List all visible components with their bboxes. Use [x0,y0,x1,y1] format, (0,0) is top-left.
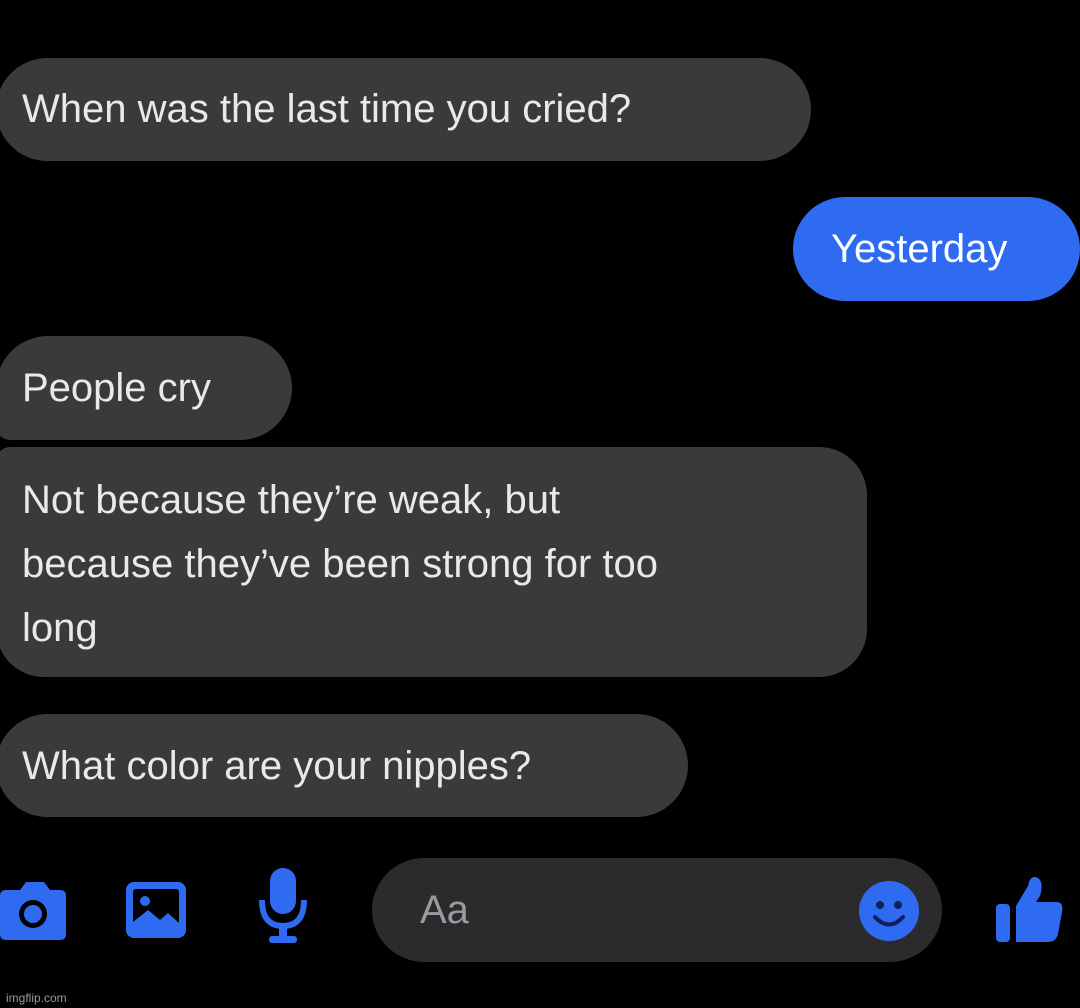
message-bubble-incoming[interactable]: Not because they’re weak, but because th… [0,447,867,677]
gallery-icon[interactable] [124,880,188,940]
message-text-line: because they’ve been strong for too [22,542,658,586]
message-bubble-incoming[interactable]: People cry [0,336,292,440]
message-bubble-incoming[interactable]: When was the last time you cried? [0,58,811,161]
message-text-line: Not because they’re weak, but [22,478,561,522]
message-text: Yesterday [831,227,1008,271]
watermark: imgflip.com [6,991,67,1005]
message-bubble-outgoing[interactable]: Yesterday [793,197,1080,301]
message-text-line: long [22,606,98,650]
thumbs-up-icon[interactable] [994,872,1064,944]
message-bubble-incoming[interactable]: What color are your nipples? [0,714,688,817]
message-input-placeholder: Aa [420,888,469,932]
microphone-icon[interactable] [258,866,308,946]
message-input[interactable]: Aa [372,858,942,962]
camera-icon[interactable] [0,880,66,942]
message-text: People cry [22,366,211,410]
message-text: What color are your nipples? [22,744,532,788]
emoji-icon[interactable] [858,880,920,942]
message-text: When was the last time you cried? [22,87,632,131]
